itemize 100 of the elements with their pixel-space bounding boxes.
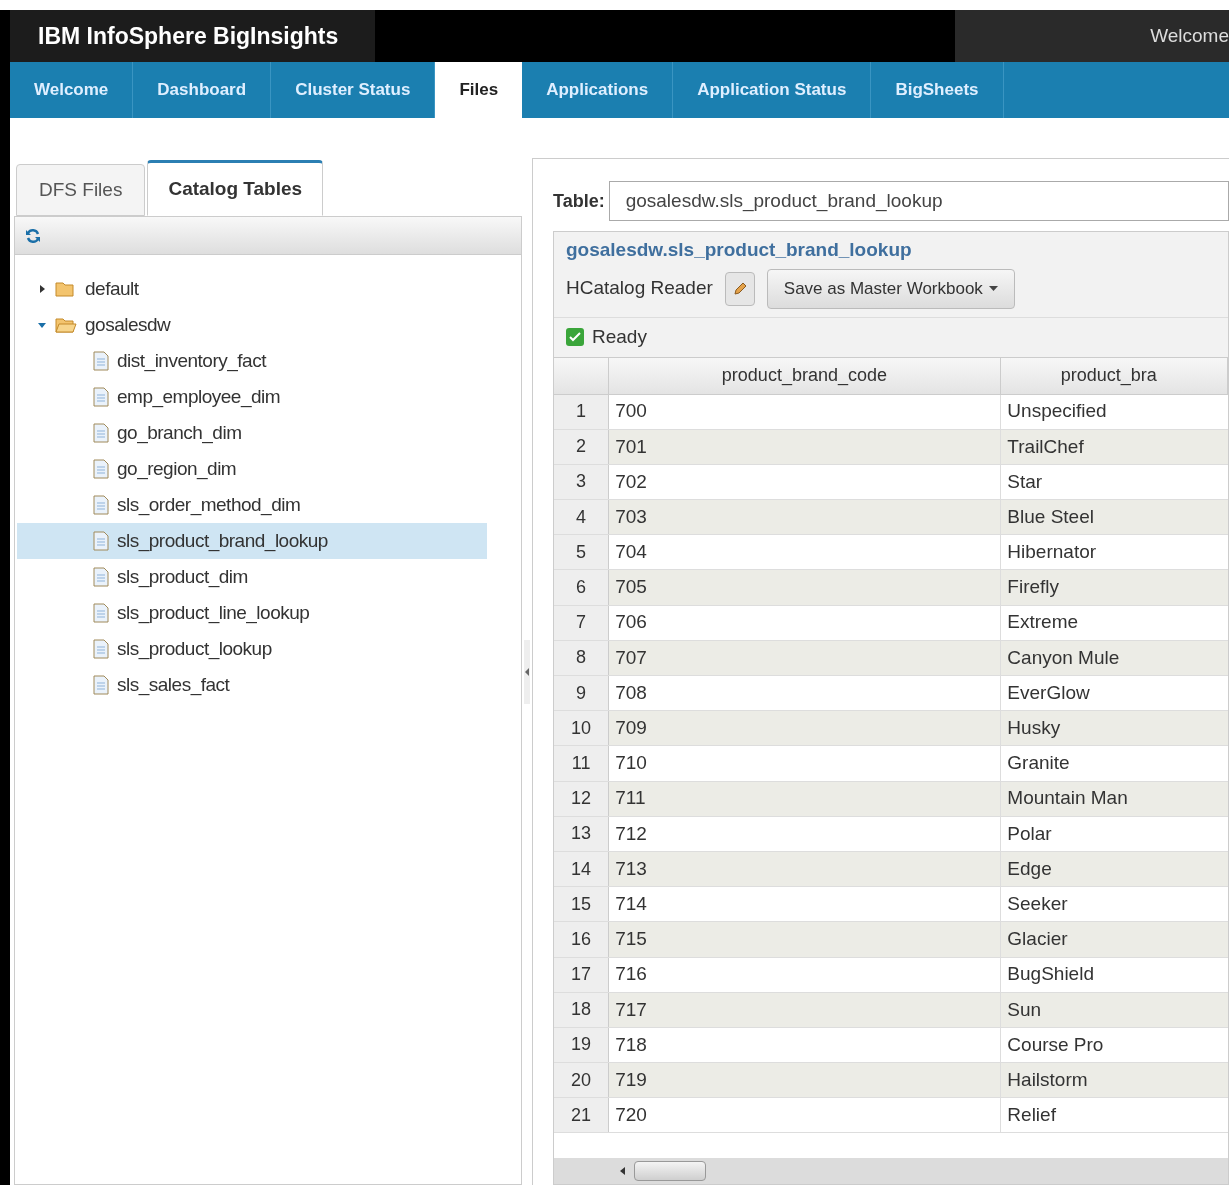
collapse-handle-icon[interactable]	[524, 639, 530, 704]
table-cell-text: Firefly	[1006, 575, 1061, 600]
table-cell-text: Edge	[1006, 856, 1053, 881]
reader-label: HCatalog Reader	[566, 276, 713, 301]
table-cell: 701	[609, 429, 1002, 464]
column-header[interactable]: product_bra	[1000, 357, 1228, 394]
table-cell-text: Hailstorm	[1006, 1067, 1089, 1092]
tree-item[interactable]: default	[17, 271, 487, 307]
table-cell-text: EverGlow	[1006, 680, 1091, 705]
tree-item[interactable]: sls_product_brand_lookup	[17, 523, 487, 559]
checkmark-icon	[566, 328, 584, 346]
nav-tab[interactable]: Applications	[522, 62, 674, 118]
row-number: 16	[554, 922, 610, 957]
row-number: 10	[554, 711, 610, 746]
table-cell: 715	[609, 922, 1002, 957]
table-cell-text: Granite	[1006, 751, 1071, 776]
table-cell-text: Canyon Mule	[1006, 645, 1121, 670]
tree-item[interactable]: sls_product_dim	[17, 559, 487, 595]
open-folder-icon	[55, 317, 77, 333]
nav-tab[interactable]: Application Status	[673, 62, 872, 118]
document-icon	[93, 387, 109, 407]
scrollbar-thumb[interactable]	[634, 1161, 706, 1181]
document-icon	[93, 639, 109, 659]
table-cell-text: BugShield	[1006, 962, 1095, 987]
table-cell-text: Seeker	[1006, 891, 1069, 916]
nav-tab[interactable]: Dashboard	[133, 62, 272, 118]
table-cell: 714	[609, 887, 1002, 922]
table-field[interactable]: gosalesdw.sls_product_brand_lookup	[608, 181, 1229, 221]
tree-item[interactable]: gosalesdw	[17, 307, 487, 343]
status-text: Ready	[592, 324, 647, 349]
row-number: 18	[554, 992, 610, 1027]
refresh-icon[interactable]	[25, 227, 41, 244]
row-number: 20	[554, 1063, 610, 1098]
tree-item[interactable]: go_branch_dim	[17, 415, 487, 451]
table-cell: 719	[609, 1063, 1002, 1098]
row-number: 5	[554, 535, 610, 570]
welcome-text: Welcome	[1150, 23, 1229, 48]
table-cell-text: Polar	[1006, 821, 1053, 846]
table-cell: 711	[609, 781, 1002, 816]
table-cell: 704	[609, 535, 1002, 570]
table-cell-text: Relief	[1006, 1103, 1057, 1128]
row-number: 1	[554, 394, 610, 429]
table-cell-text: Sun	[1006, 997, 1043, 1022]
horizontal-scrollbar[interactable]	[554, 1158, 1228, 1184]
caret-down-icon[interactable]	[37, 320, 47, 330]
edit-button[interactable]	[724, 271, 755, 306]
row-number: 13	[554, 816, 610, 851]
table-cell-text: Glacier	[1006, 927, 1069, 952]
column-header[interactable]: product_brand_code	[609, 357, 1001, 394]
table-cell: 706	[609, 605, 1002, 640]
table-cell: 709	[609, 711, 1002, 746]
row-number: 12	[554, 781, 610, 816]
table-cell: 717	[609, 992, 1002, 1027]
save-workbook-button[interactable]: Save as Master Workbook	[766, 268, 1015, 309]
row-number: 19	[554, 1027, 610, 1063]
caret-down-icon	[988, 285, 998, 292]
row-number: 11	[554, 746, 610, 781]
row-number: 14	[554, 851, 610, 887]
table-cell: 707	[609, 640, 1002, 675]
table-cell: 708	[609, 676, 1002, 711]
row-number: 7	[554, 605, 610, 640]
nav-tab[interactable]: BigSheets	[871, 62, 1004, 118]
document-icon	[93, 603, 109, 623]
table-cell-text: Mountain Man	[1006, 786, 1129, 811]
document-icon	[93, 459, 109, 479]
caret-right-icon[interactable]	[37, 284, 47, 294]
table-label: Table:	[553, 189, 605, 213]
row-number: 17	[554, 957, 610, 992]
row-number: 9	[554, 676, 610, 711]
row-number: 4	[554, 500, 610, 535]
table-cell: 710	[609, 746, 1002, 781]
scroll-left-icon[interactable]	[620, 1167, 626, 1175]
pencil-icon	[731, 280, 748, 297]
row-number: 21	[554, 1098, 610, 1133]
table-cell-text: Blue Steel	[1006, 504, 1095, 529]
table-title: gosalesdw.sls_product_brand_lookup	[566, 238, 913, 262]
folder-icon	[55, 281, 77, 297]
tree-item[interactable]: sls_product_lookup	[17, 631, 487, 667]
tree-item[interactable]: emp_employee_dim	[17, 379, 487, 415]
table-cell: 700	[609, 394, 1002, 429]
nav-tab[interactable]: Files	[435, 62, 523, 118]
tree-item[interactable]: dist_inventory_fact	[17, 343, 487, 379]
row-number: 3	[554, 464, 610, 500]
table-cell: 716	[609, 957, 1002, 992]
nav-tab[interactable]: Welcome	[10, 62, 134, 118]
tree-item[interactable]: sls_sales_fact	[17, 667, 487, 703]
table-cell: 720	[609, 1098, 1002, 1133]
tree-item[interactable]: sls_order_method_dim	[17, 487, 487, 523]
table-cell-text: Husky	[1006, 716, 1062, 741]
tree-item[interactable]: go_region_dim	[17, 451, 487, 487]
document-icon	[93, 423, 109, 443]
panel-tab[interactable]: DFS Files	[16, 164, 146, 216]
document-icon	[93, 675, 109, 695]
panel-tab[interactable]: Catalog Tables	[147, 160, 324, 216]
table-cell-text: Hibernator	[1006, 540, 1098, 565]
table-cell-text: Course Pro	[1006, 1032, 1105, 1057]
document-icon	[93, 531, 109, 551]
tree-item[interactable]: sls_product_line_lookup	[17, 595, 487, 631]
table-cell: 703	[609, 500, 1002, 535]
table-cell: 713	[609, 851, 1002, 887]
